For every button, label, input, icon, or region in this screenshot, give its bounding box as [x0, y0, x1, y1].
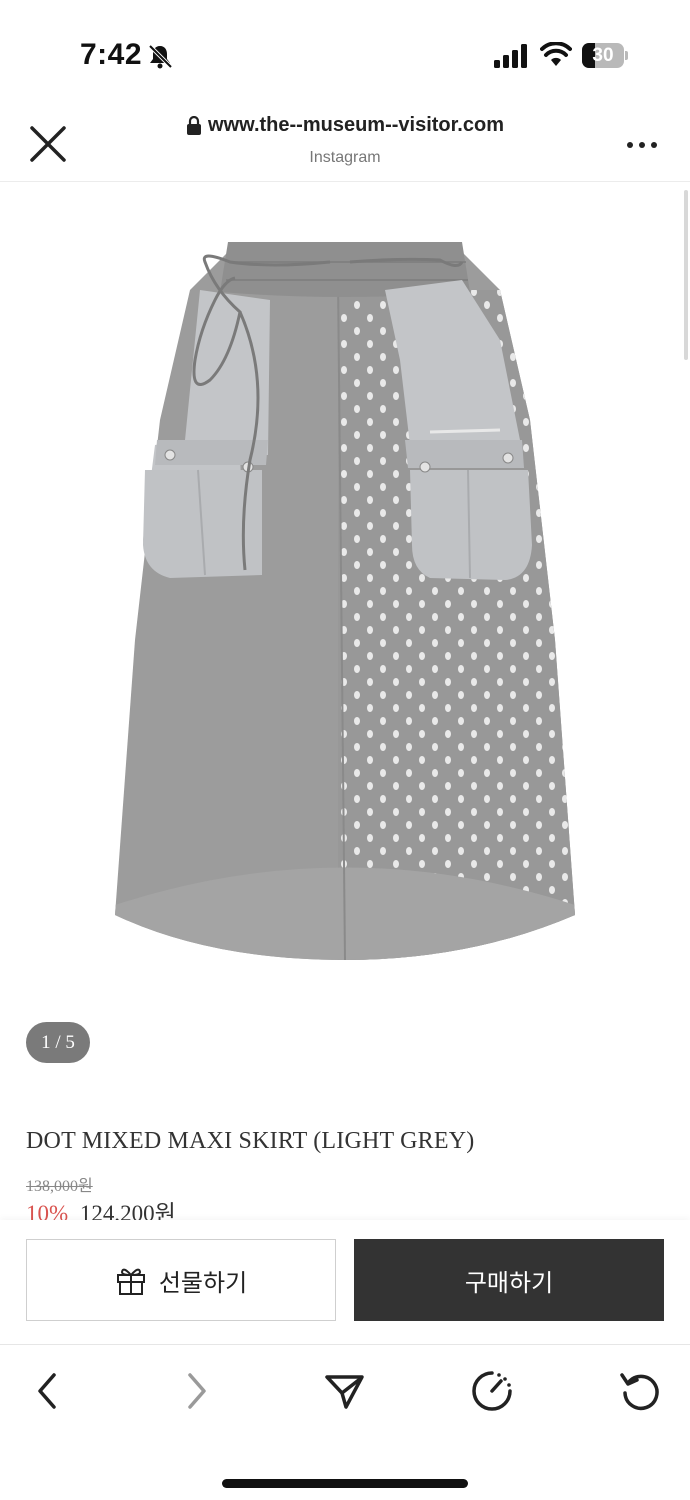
buy-label: 구매하기 [464, 1269, 554, 1297]
speed-icon[interactable] [470, 1369, 514, 1413]
browser-header: www.the--museum--visitor.com Instagram [0, 100, 690, 182]
product-image[interactable] [0, 184, 690, 1014]
action-bar: 선물하기 구매하기 [0, 1220, 690, 1344]
buy-button[interactable]: 구매하기 [354, 1239, 664, 1321]
gift-label: 선물하기 [158, 1269, 248, 1297]
battery-level: 30 [592, 45, 614, 66]
image-counter: 1 / 5 [26, 1022, 90, 1063]
more-icon[interactable] [622, 130, 662, 160]
bottom-toolbar [0, 1344, 690, 1500]
share-icon[interactable] [322, 1369, 366, 1413]
wifi-icon [540, 42, 572, 66]
status-time: 7:42 [80, 38, 143, 71]
home-indicator[interactable] [222, 1479, 468, 1488]
close-icon[interactable] [26, 122, 70, 166]
signal-icon [494, 44, 527, 68]
status-bar: 7:42 30 [0, 0, 690, 100]
forward-icon[interactable] [174, 1369, 218, 1413]
gift-icon [116, 1268, 145, 1295]
product-title: DOT MIXED MAXI SKIRT (LIGHT GREY) [26, 1128, 475, 1154]
scroll-indicator[interactable] [684, 190, 688, 360]
gift-button[interactable]: 선물하기 [26, 1239, 336, 1321]
url-display[interactable]: www.the--museum--visitor.com Instagram [100, 114, 590, 167]
original-price: 138,000원 [26, 1178, 93, 1195]
back-icon[interactable] [26, 1369, 70, 1413]
url-source: Instagram [309, 148, 381, 166]
url-text: www.the--museum--visitor.com [208, 114, 504, 136]
lock-icon [187, 115, 202, 135]
reload-icon[interactable] [618, 1369, 662, 1413]
battery-icon: 30 [582, 43, 628, 68]
bell-slash-icon [148, 44, 173, 69]
